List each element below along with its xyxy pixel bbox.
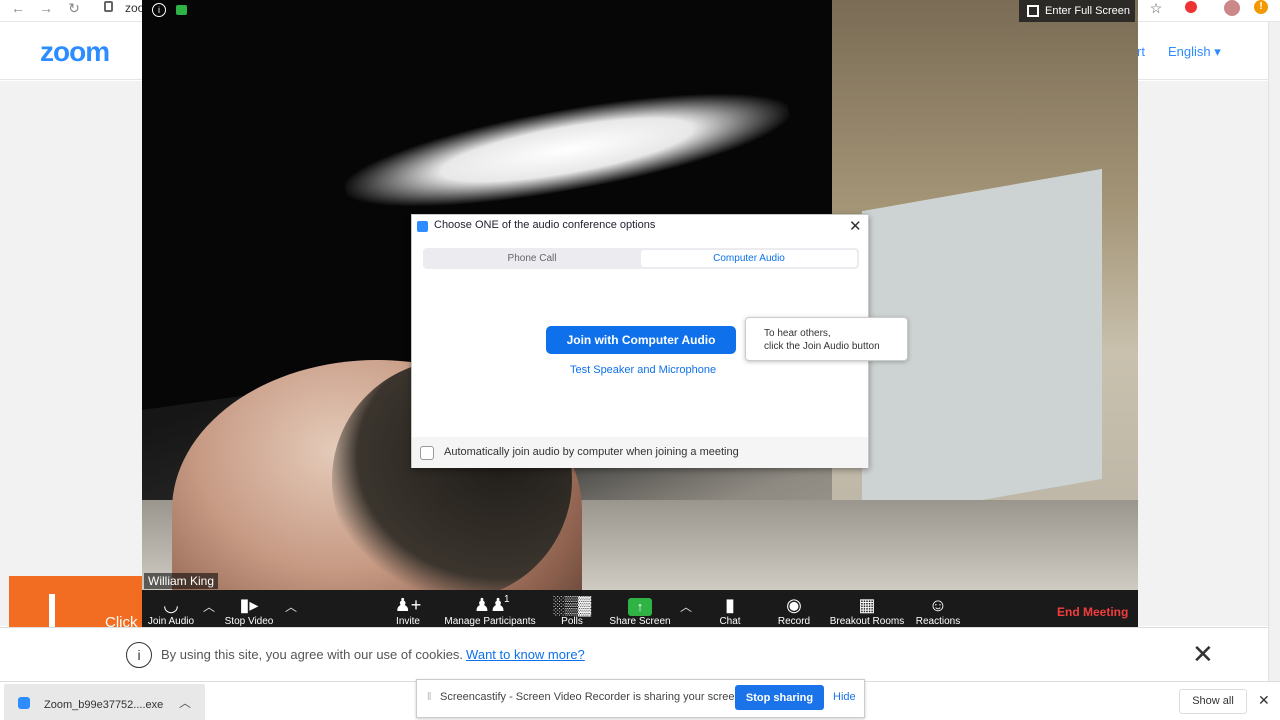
cookie-banner: i By using this site, you agree with our… [0,627,1268,681]
video-camera-icon: ▮▸ [239,595,259,615]
enter-full-screen-button[interactable]: Enter Full Screen [1019,0,1135,22]
share-screen-icon: ↑ [628,598,652,616]
tab-phone-call[interactable]: Phone Call [425,250,639,267]
auto-join-label[interactable]: Automatically join audio by computer whe… [444,446,739,458]
encryption-lock-icon[interactable] [176,5,187,15]
screencastify-share-notice: ‖ Screencastify - Screen Video Recorder … [416,679,865,718]
join-audio-tooltip: To hear others, click the Join Audio but… [745,317,908,361]
forward-icon[interactable]: → [38,0,54,16]
end-meeting-button[interactable]: End Meeting [1057,605,1128,619]
lock-icon [104,1,113,12]
add-person-icon: ♟+ [394,595,422,615]
download-item[interactable]: Zoom_b99e37752....exe ︿ [4,684,205,720]
bar-chart-icon: ░▒▓ [552,595,592,615]
download-file-name: Zoom_b99e37752....exe [44,699,164,711]
cookie-learn-more-link[interactable]: Want to know more? [466,647,585,662]
participant-name-tag: William King [144,573,219,589]
share-notice-text: Screencastify - Screen Video Recorder is… [440,691,744,703]
close-icon[interactable]: ✕ [849,217,862,235]
promo-graphic [49,594,55,628]
test-speaker-link[interactable]: Test Speaker and Microphone [570,364,716,376]
video-options-chevron-icon[interactable]: ︿ [285,598,297,615]
bookmark-star-icon[interactable]: ☆ [1148,0,1164,16]
join-computer-audio-button[interactable]: Join with Computer Audio [546,326,736,354]
downloads-bar: Zoom_b99e37752....exe ︿ ‖ Screencastify … [0,679,1280,720]
stop-sharing-button[interactable]: Stop sharing [735,685,824,710]
zoom-app-icon [417,221,428,232]
info-icon[interactable]: i [152,3,166,17]
tooltip-line-1: To hear others, [764,328,831,339]
fullscreen-icon [1027,5,1039,17]
page-scrollbar[interactable] [1268,22,1280,682]
reload-icon[interactable]: ↻ [66,0,82,16]
site-nav-link[interactable]: rt [1137,44,1145,59]
record-icon: ◉ [786,595,802,615]
participant-count-badge: 1 [504,594,510,605]
chat-bubble-icon: ▮ [725,595,735,615]
close-icon[interactable]: ✕ [1192,639,1214,670]
tooltip-line-2: click the Join Audio button [764,341,880,352]
share-options-chevron-icon[interactable]: ︿ [680,598,692,615]
language-selector[interactable]: English ▾ [1168,44,1221,60]
tab-computer-audio[interactable]: Computer Audio [641,250,857,267]
info-icon: i [126,642,152,668]
chevron-up-icon[interactable]: ︿ [179,694,191,711]
grid-icon: ▦ [858,595,876,615]
show-all-downloads-button[interactable]: Show all [1179,689,1247,714]
drag-handle-icon[interactable]: ‖ [427,691,432,703]
cookie-text: By using this site, you agree with our u… [161,647,464,662]
update-alert-icon[interactable]: ! [1254,0,1268,14]
audio-tabs: Phone Call Computer Audio [423,248,859,269]
zoom-logo[interactable]: zoom [40,36,110,68]
headphones-icon: ◡ [163,595,179,615]
auto-join-checkbox[interactable] [420,446,434,460]
audio-options-chevron-icon[interactable]: ︿ [203,598,215,615]
promo-text: Click [105,614,138,628]
dialog-footer: Automatically join audio by computer whe… [412,437,868,468]
hide-notice-link[interactable]: Hide [833,691,856,703]
zoom-file-icon [18,697,30,709]
promo-banner[interactable]: Click [9,576,144,628]
fullscreen-label: Enter Full Screen [1045,5,1130,17]
participants-icon: ♟♟ [473,595,507,615]
back-icon[interactable]: ← [10,0,26,16]
extension-icon[interactable] [1185,1,1197,13]
emoji-icon: ☺ [928,595,948,615]
close-icon[interactable]: ✕ [1258,692,1270,709]
dialog-title: Choose ONE of the audio conference optio… [434,219,656,231]
profile-avatar[interactable] [1224,0,1240,16]
